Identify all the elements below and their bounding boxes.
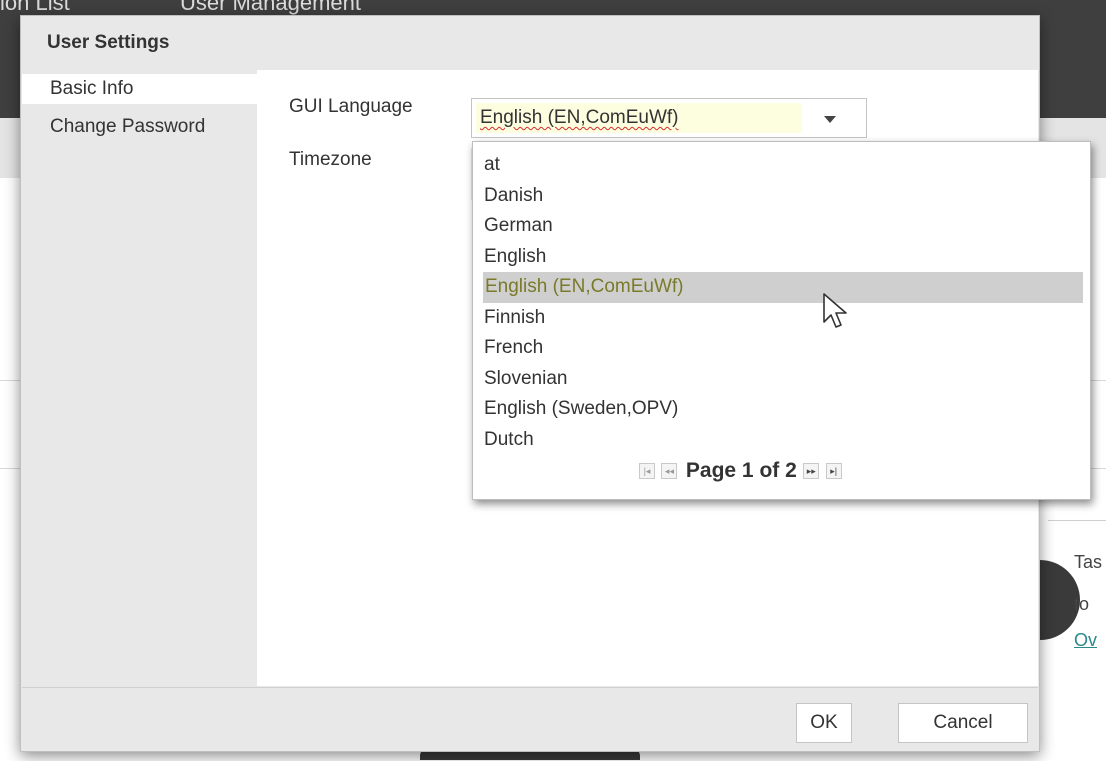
gui-language-select[interactable]: English (EN,ComEuWf) xyxy=(471,98,867,138)
page-indicator: Page 1 of 2 xyxy=(685,459,797,482)
sidebar-item-basic-info[interactable]: Basic Info xyxy=(22,74,258,104)
language-option[interactable]: Dutch xyxy=(473,425,1090,456)
language-option[interactable]: English xyxy=(473,242,1090,273)
language-option-list: at Danish German English English (EN,Com… xyxy=(473,150,1090,455)
dropdown-pager: |◂ ◂◂ Page 1 of 2 ▸▸ ▸| xyxy=(639,459,844,487)
dialog-title: User Settings xyxy=(47,32,170,53)
background-text: Tas xyxy=(1074,552,1103,572)
language-option[interactable]: Finnish xyxy=(473,303,1090,334)
language-option-selected[interactable]: English (EN,ComEuWf) xyxy=(483,272,1083,303)
ok-button[interactable]: OK xyxy=(796,703,852,743)
chevron-down-icon[interactable] xyxy=(824,116,836,123)
language-option[interactable]: English (Sweden,OPV) xyxy=(473,394,1090,425)
language-option[interactable]: at xyxy=(473,150,1090,181)
timezone-label: Timezone xyxy=(289,149,372,170)
gui-language-label: GUI Language xyxy=(289,96,413,117)
previous-page-icon[interactable]: ◂◂ xyxy=(661,463,678,479)
settings-sidebar: Basic Info Change Password xyxy=(22,70,258,686)
language-option[interactable]: Danish xyxy=(473,181,1090,212)
last-page-icon[interactable]: ▸| xyxy=(825,463,842,479)
language-option[interactable]: German xyxy=(473,211,1090,242)
background-link[interactable]: Ov xyxy=(1074,630,1097,651)
gui-language-dropdown: at Danish German English English (EN,Com… xyxy=(472,141,1091,500)
gui-language-value[interactable]: English (EN,ComEuWf) xyxy=(476,103,802,133)
background-tab[interactable]: User Management xyxy=(180,0,361,16)
first-page-icon[interactable]: |◂ xyxy=(639,463,655,479)
cancel-button[interactable]: Cancel xyxy=(898,703,1028,743)
sidebar-item-change-password[interactable]: Change Password xyxy=(22,112,258,142)
mouse-pointer-icon xyxy=(823,293,847,328)
background-text: to xyxy=(1074,594,1090,614)
next-page-icon[interactable]: ▸▸ xyxy=(803,463,820,479)
dialog-footer: OK Cancel xyxy=(22,687,1038,751)
language-option[interactable]: Slovenian xyxy=(473,364,1090,395)
language-option[interactable]: French xyxy=(473,333,1090,364)
background-tab[interactable]: ion List xyxy=(0,0,70,16)
